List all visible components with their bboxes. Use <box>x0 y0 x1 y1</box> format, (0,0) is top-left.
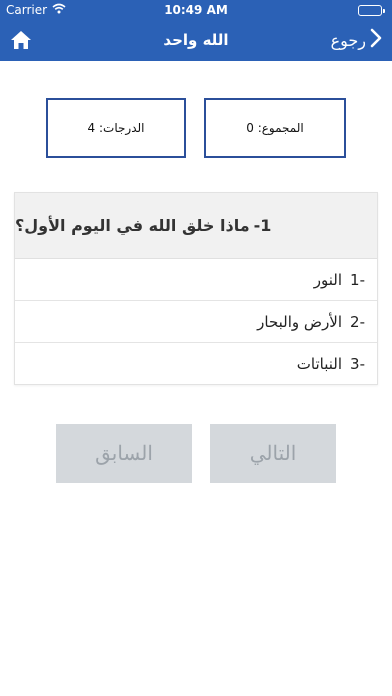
total-score-label: المجموع: 0 <box>246 121 304 135</box>
grades-score-box: الدرجات: 4 <box>46 98 186 158</box>
previous-button[interactable]: السابق <box>56 424 192 483</box>
question-card: 1- ماذا خلق الله في اليوم الأول؟ -1 النو… <box>14 192 378 385</box>
next-button[interactable]: التالي <box>210 424 336 483</box>
question-number: 1- <box>253 216 272 235</box>
battery-icon <box>358 5 385 16</box>
answer-number: -1 <box>350 270 365 289</box>
status-time: 10:49 AM <box>164 3 228 17</box>
question-text: ماذا خلق الله في اليوم الأول؟ <box>15 216 250 235</box>
answer-number: -3 <box>350 355 365 373</box>
answer-option-3[interactable]: -3 النباتات <box>15 343 377 385</box>
nav-bar: الله واحد رجوع <box>0 20 392 61</box>
status-bar: Carrier 10:49 AM <box>0 0 392 20</box>
answer-option-1[interactable]: -1 النور <box>15 259 377 301</box>
question-header: 1- ماذا خلق الله في اليوم الأول؟ <box>15 193 377 259</box>
answer-text: النور <box>313 270 343 289</box>
back-button[interactable]: رجوع <box>331 28 382 52</box>
grades-score-label: الدرجات: 4 <box>87 121 145 135</box>
answer-text: الأرض والبحار <box>257 312 343 331</box>
chevron-right-icon <box>370 28 382 52</box>
answer-number: -2 <box>350 312 365 331</box>
answer-text: النباتات <box>296 355 343 373</box>
back-label: رجوع <box>330 30 366 50</box>
total-score-box: المجموع: 0 <box>204 98 346 158</box>
answer-option-2[interactable]: -2 الأرض والبحار <box>15 301 377 343</box>
